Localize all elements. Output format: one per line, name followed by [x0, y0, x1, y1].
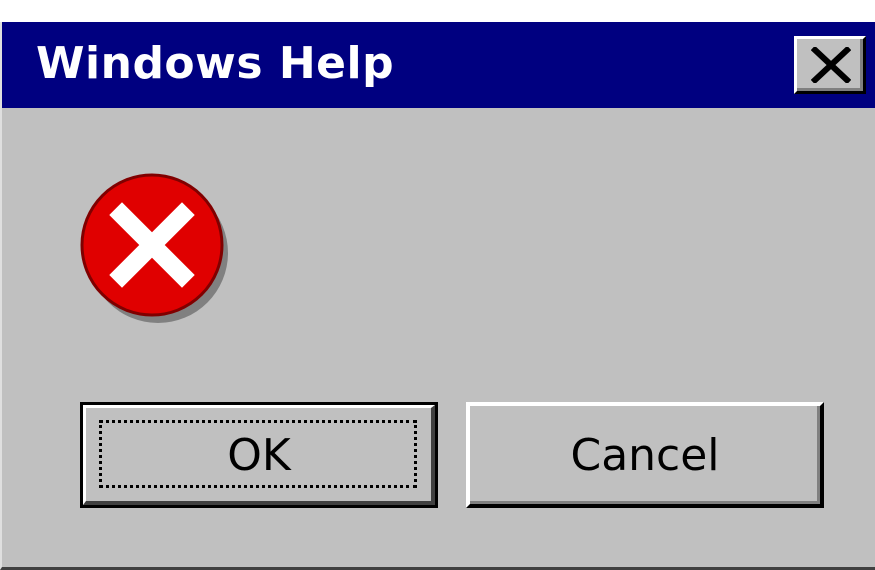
- window-title: Windows Help: [36, 38, 395, 89]
- cancel-button-label: Cancel: [570, 429, 720, 481]
- message-dialog: Windows Help OK Cancel: [0, 22, 875, 570]
- ok-button[interactable]: OK: [80, 402, 438, 508]
- error-icon: [80, 173, 228, 323]
- ok-button-label: OK: [227, 429, 291, 481]
- close-icon: [811, 47, 851, 83]
- close-button[interactable]: [794, 36, 866, 94]
- title-bar[interactable]: Windows Help: [2, 22, 875, 108]
- cancel-button[interactable]: Cancel: [466, 402, 824, 508]
